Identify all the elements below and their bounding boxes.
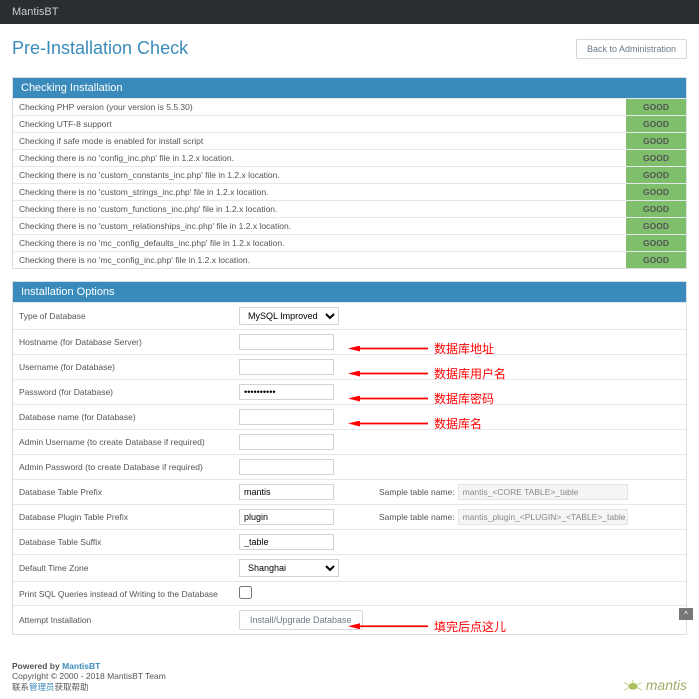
prefix-input[interactable] xyxy=(239,484,334,500)
checking-installation-heading: Checking Installation xyxy=(13,78,686,98)
plugin-prefix-sample-label: Sample table name: xyxy=(379,512,455,522)
row-admin-pass: Admin Password (to create Database if re… xyxy=(13,455,686,480)
label-admin-user: Admin Username (to create Database if re… xyxy=(13,430,233,455)
row-suffix: Database Table Suffix xyxy=(13,530,686,555)
label-hostname: Hostname (for Database Server) xyxy=(13,330,233,355)
installation-options-heading: Installation Options xyxy=(13,282,686,302)
suffix-input[interactable] xyxy=(239,534,334,550)
plugin-prefix-sample: mantis_plugin_<PLUGIN>_<TABLE>_table xyxy=(458,509,628,525)
check-status: GOOD xyxy=(626,133,686,150)
row-hostname: Hostname (for Database Server) xyxy=(13,330,686,355)
label-prefix: Database Table Prefix xyxy=(13,480,233,505)
check-row: Checking there is no 'custom_constants_i… xyxy=(13,167,686,184)
plugin-prefix-input[interactable] xyxy=(239,509,334,525)
bug-icon xyxy=(623,678,643,692)
username-input[interactable] xyxy=(239,359,334,375)
password-input[interactable] xyxy=(239,384,334,400)
install-upgrade-button[interactable]: Install/Upgrade Database xyxy=(239,610,363,630)
row-admin-user: Admin Username (to create Database if re… xyxy=(13,430,686,455)
contact-line: 联系管理员获取帮助 xyxy=(12,681,166,693)
check-label: Checking there is no 'mc_config_defaults… xyxy=(13,235,626,252)
check-label: Checking there is no 'custom_functions_i… xyxy=(13,201,626,218)
check-status: GOOD xyxy=(626,252,686,269)
row-password: Password (for Database) xyxy=(13,380,686,405)
check-row: Checking there is no 'custom_strings_inc… xyxy=(13,184,686,201)
row-timezone: Default Time Zone Shanghai xyxy=(13,555,686,582)
label-timezone: Default Time Zone xyxy=(13,555,233,582)
topbar: MantisBT xyxy=(0,0,699,24)
label-dbname: Database name (for Database) xyxy=(13,405,233,430)
check-row: Checking UTF-8 supportGOOD xyxy=(13,116,686,133)
prefix-sample: mantis_<CORE TABLE>_table xyxy=(458,484,628,500)
check-row: Checking there is no 'mc_config_defaults… xyxy=(13,235,686,252)
row-dbname: Database name (for Database) xyxy=(13,405,686,430)
check-status: GOOD xyxy=(626,150,686,167)
page-header: Pre-Installation Check Back to Administr… xyxy=(12,38,687,59)
dbname-input[interactable] xyxy=(239,409,334,425)
page-title: Pre-Installation Check xyxy=(12,38,188,59)
label-db-type: Type of Database xyxy=(13,303,233,330)
copyright: Copyright © 2000 - 2018 MantisBT Team xyxy=(12,671,166,681)
check-label: Checking PHP version (your version is 5.… xyxy=(13,99,626,116)
mantisbt-link[interactable]: MantisBT xyxy=(62,661,100,671)
check-row: Checking there is no 'custom_functions_i… xyxy=(13,201,686,218)
row-print-sql: Print SQL Queries instead of Writing to … xyxy=(13,582,686,606)
timezone-select[interactable]: Shanghai xyxy=(239,559,339,577)
prefix-sample-label: Sample table name: xyxy=(379,487,455,497)
brand-text: MantisBT xyxy=(12,6,58,18)
check-status: GOOD xyxy=(626,116,686,133)
row-plugin-prefix: Database Plugin Table Prefix Sample tabl… xyxy=(13,505,686,530)
check-label: Checking UTF-8 support xyxy=(13,116,626,133)
admin-contact-link[interactable]: 管理员 xyxy=(29,682,55,692)
row-attempt: Attempt Installation Install/Upgrade Dat… xyxy=(13,606,686,635)
row-prefix: Database Table Prefix Sample table name:… xyxy=(13,480,686,505)
check-label: Checking there is no 'mc_config_inc.php'… xyxy=(13,252,626,269)
label-username: Username (for Database) xyxy=(13,355,233,380)
scroll-top-button[interactable]: ^ xyxy=(679,608,693,620)
check-status: GOOD xyxy=(626,201,686,218)
footer: Powered by MantisBT Copyright © 2000 - 2… xyxy=(0,655,699,699)
check-row: Checking there is no 'mc_config_inc.php'… xyxy=(13,252,686,269)
check-status: GOOD xyxy=(626,167,686,184)
back-to-admin-button[interactable]: Back to Administration xyxy=(576,39,687,59)
check-status: GOOD xyxy=(626,184,686,201)
powered-by: Powered by MantisBT xyxy=(12,661,166,671)
check-row: Checking PHP version (your version is 5.… xyxy=(13,99,686,116)
label-plugin-prefix: Database Plugin Table Prefix xyxy=(13,505,233,530)
check-row: Checking there is no 'config_inc.php' fi… xyxy=(13,150,686,167)
check-label: Checking there is no 'custom_constants_i… xyxy=(13,167,626,184)
label-print-sql: Print SQL Queries instead of Writing to … xyxy=(13,582,233,606)
admin-user-input[interactable] xyxy=(239,434,334,450)
label-admin-pass: Admin Password (to create Database if re… xyxy=(13,455,233,480)
check-label: Checking if safe mode is enabled for ins… xyxy=(13,133,626,150)
hostname-input[interactable] xyxy=(239,334,334,350)
check-row: Checking there is no 'custom_relationshi… xyxy=(13,218,686,235)
check-row: Checking if safe mode is enabled for ins… xyxy=(13,133,686,150)
installation-options-section: Installation Options Type of Database My… xyxy=(12,281,687,635)
mantis-logo: mantis xyxy=(623,677,687,693)
admin-pass-input[interactable] xyxy=(239,459,334,475)
print-sql-checkbox[interactable] xyxy=(239,586,252,599)
check-status: GOOD xyxy=(626,99,686,116)
check-label: Checking there is no 'custom_relationshi… xyxy=(13,218,626,235)
db-type-select[interactable]: MySQL Improved xyxy=(239,307,339,325)
row-db-type: Type of Database MySQL Improved xyxy=(13,303,686,330)
options-table: Type of Database MySQL Improved Hostname… xyxy=(13,302,686,634)
check-status: GOOD xyxy=(626,218,686,235)
check-table: Checking PHP version (your version is 5.… xyxy=(13,98,686,268)
label-password: Password (for Database) xyxy=(13,380,233,405)
label-attempt: Attempt Installation xyxy=(13,606,233,635)
row-username: Username (for Database) xyxy=(13,355,686,380)
check-label: Checking there is no 'custom_strings_inc… xyxy=(13,184,626,201)
label-suffix: Database Table Suffix xyxy=(13,530,233,555)
checking-installation-section: Checking Installation Checking PHP versi… xyxy=(12,77,687,269)
check-label: Checking there is no 'config_inc.php' fi… xyxy=(13,150,626,167)
check-status: GOOD xyxy=(626,235,686,252)
